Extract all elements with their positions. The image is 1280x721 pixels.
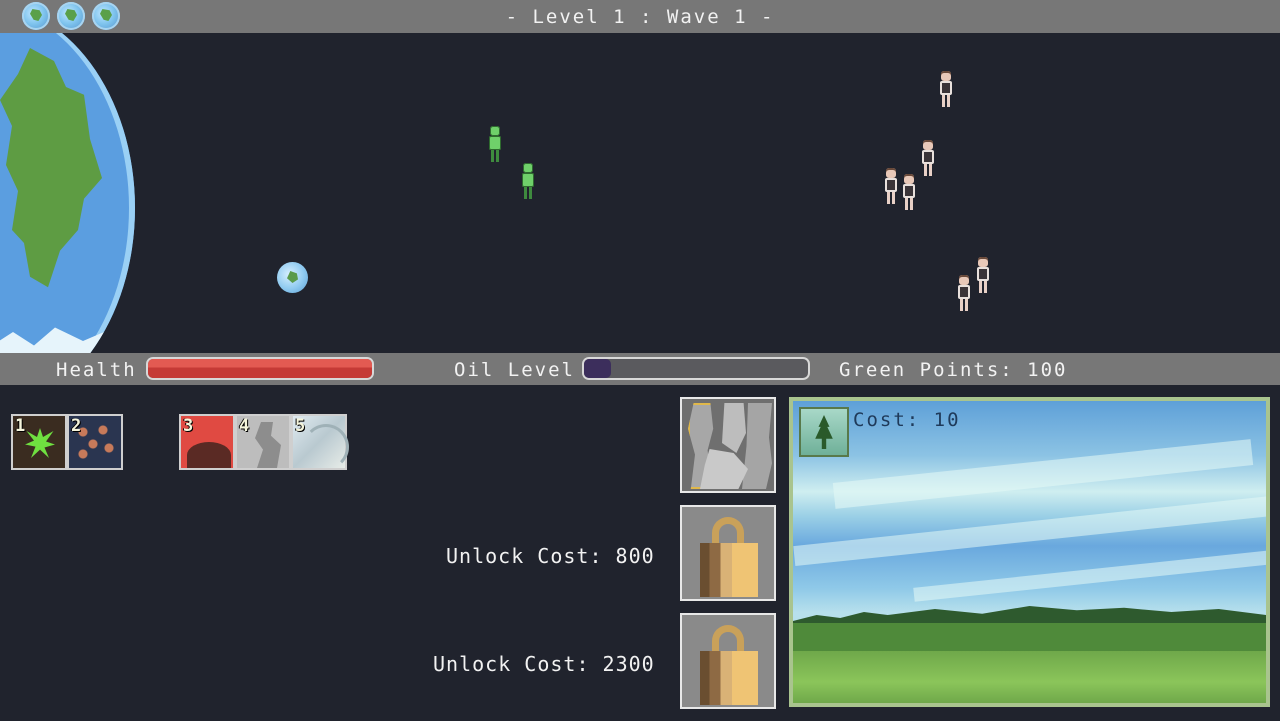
green-defender[interactable] bbox=[487, 126, 503, 162]
locked-unit-card[interactable] bbox=[680, 613, 776, 709]
oil-businessman-enemy[interactable] bbox=[883, 168, 899, 204]
unit-preview-panel[interactable]: Cost: 10 bbox=[789, 397, 1270, 707]
tree-unit-thumbnail[interactable] bbox=[799, 407, 849, 457]
slot-number: 2 bbox=[71, 416, 82, 436]
slot-number: 1 bbox=[15, 416, 26, 436]
unlock-cost-label: Unlock Cost: 2300 bbox=[433, 652, 655, 676]
ability-slot-1-virus[interactable]: 1 bbox=[11, 414, 67, 470]
ability-slot-4-rock[interactable]: 4 bbox=[235, 414, 291, 470]
oil-businessman-enemy[interactable] bbox=[938, 71, 954, 107]
top-bar: - Level 1 : Wave 1 - bbox=[0, 0, 1280, 33]
unit-cost-label: Cost: 10 bbox=[853, 409, 961, 431]
oil-level-bar-fill bbox=[584, 359, 611, 378]
ability-slot-3-lava[interactable]: 3 bbox=[179, 414, 235, 470]
unlock-cost-label: Unlock Cost: 800 bbox=[446, 544, 655, 568]
ability-slot-5-tornado[interactable]: 5 bbox=[291, 414, 349, 470]
locked-unit-card[interactable] bbox=[680, 505, 776, 601]
ability-slot-2-worms[interactable]: 2 bbox=[67, 414, 123, 470]
earth-ice-cap bbox=[0, 327, 125, 353]
slot-number: 5 bbox=[295, 416, 306, 436]
earth-orb-pickup[interactable] bbox=[277, 262, 308, 293]
earth-planet bbox=[0, 33, 135, 353]
health-bar-fill bbox=[148, 359, 372, 378]
oil-level-label: Oil Level bbox=[454, 359, 575, 381]
green-points-label: Green Points: 100 bbox=[839, 359, 1068, 381]
health-bar bbox=[146, 357, 374, 380]
oil-businessman-enemy[interactable] bbox=[956, 275, 972, 311]
tornado-icon bbox=[303, 424, 349, 470]
oil-businessman-enemy[interactable] bbox=[901, 174, 917, 210]
grass-field bbox=[793, 651, 1266, 703]
virus-icon bbox=[25, 428, 55, 458]
status-bar: Health Oil Level Green Points: 100 bbox=[0, 353, 1280, 385]
oil-businessman-enemy[interactable] bbox=[920, 140, 936, 176]
game-field[interactable] bbox=[0, 33, 1280, 353]
lava-icon bbox=[187, 442, 231, 468]
level-wave-title: - Level 1 : Wave 1 - bbox=[505, 6, 775, 28]
oil-level-bar bbox=[582, 357, 810, 380]
tree-icon bbox=[815, 415, 833, 449]
rock-icon bbox=[255, 422, 281, 468]
health-label: Health bbox=[56, 359, 137, 381]
earth-landmass bbox=[0, 48, 102, 288]
oil-businessman-enemy[interactable] bbox=[975, 257, 991, 293]
slot-number: 3 bbox=[183, 416, 194, 436]
slot-number: 4 bbox=[239, 416, 250, 436]
green-defender[interactable] bbox=[520, 163, 536, 199]
rock-wall-unit-card[interactable] bbox=[680, 397, 776, 493]
